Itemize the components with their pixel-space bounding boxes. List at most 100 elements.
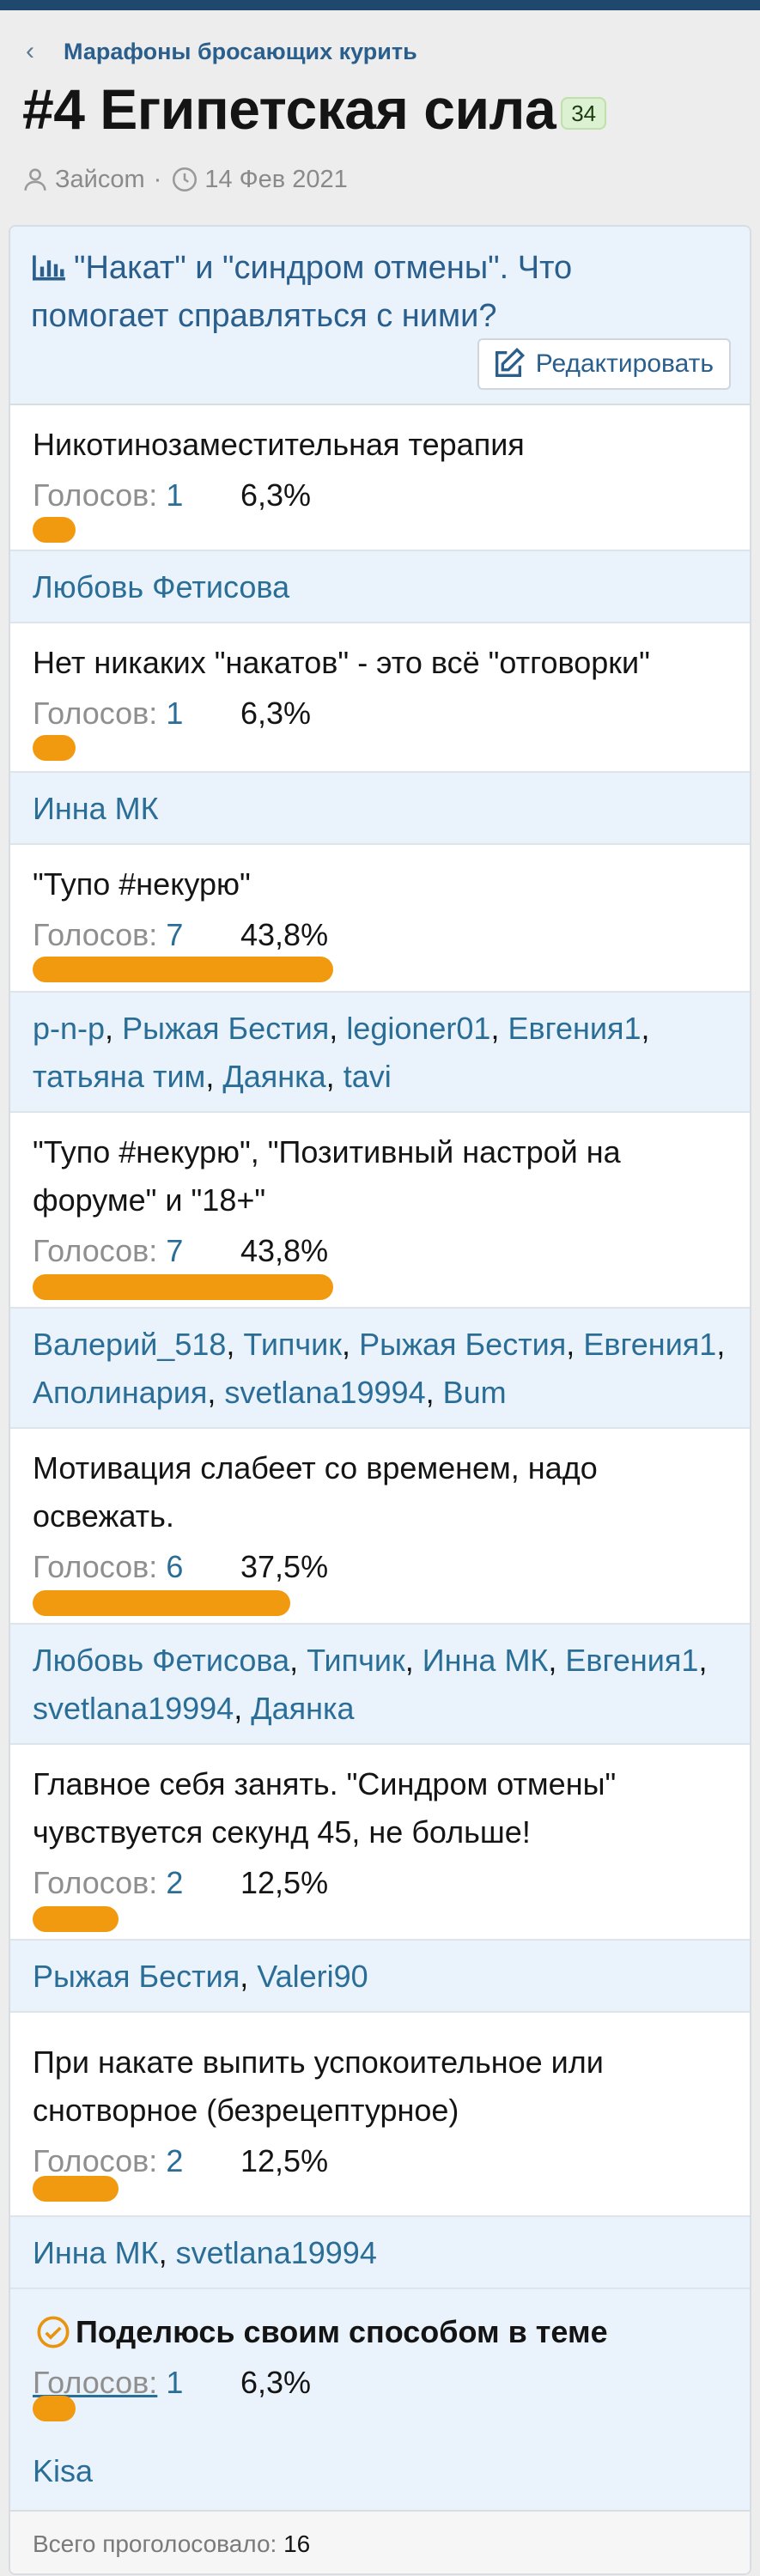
voter-link[interactable]: Bum (443, 1375, 507, 1410)
voters-list[interactable]: Любовь Фетисова (33, 563, 737, 611)
voter-link[interactable]: Kisa (33, 2453, 93, 2488)
option-percent: 43,8% (240, 1233, 329, 1268)
votes-count[interactable]: 6 (166, 1549, 183, 1584)
voter-link[interactable]: p-n-p (33, 1011, 105, 1046)
user-icon (24, 168, 46, 191)
option-text: "Тупо #некурю" (33, 866, 251, 902)
voter-separator: , (234, 1691, 252, 1726)
voter-link[interactable]: Инна МК (423, 1643, 549, 1678)
option-votes[interactable]: Голосов: 7 (33, 917, 183, 953)
voter-link[interactable]: Рыжая Бестия (359, 1327, 566, 1362)
votes-count[interactable]: 2 (166, 2143, 183, 2178)
voter-link[interactable]: svetlana19994 (33, 1691, 234, 1726)
vote-bar (33, 735, 76, 761)
poll-option: Мотивация слабеет со временем, надо осве… (10, 1429, 750, 1585)
option-text: Никотинозаместительная терапия (33, 427, 525, 462)
voter-separator: , (425, 1375, 443, 1410)
edit-poll-label[interactable]: Редактировать (536, 349, 714, 379)
voter-link[interactable]: Даянка (222, 1059, 325, 1094)
option-percent: 12,5% (240, 1865, 329, 1900)
chevron-left-icon[interactable]: ‹ (26, 39, 64, 64)
voter-separator: , (207, 1375, 225, 1410)
vote-bar (33, 1274, 333, 1300)
voters-list[interactable]: Рыжая Бестия, Valeri90 (33, 1953, 737, 2001)
voters-list[interactable]: Любовь Фетисова, Типчик, Инна МК, Евгени… (33, 1637, 737, 1733)
voter-link[interactable]: Инна МК (33, 791, 159, 826)
votes-count[interactable]: 1 (166, 477, 183, 513)
option-votes[interactable]: Голосов: 6 (33, 1549, 183, 1585)
option-percent: 6,3% (240, 477, 312, 513)
votes-count[interactable]: 7 (166, 1233, 183, 1268)
voter-link[interactable]: Valeri90 (257, 1959, 368, 1994)
voters-list[interactable]: Kisa (33, 2447, 737, 2495)
option-votes[interactable]: Голосов: 7 (33, 1233, 183, 1269)
voter-separator: , (716, 1327, 726, 1362)
clock-icon (173, 167, 198, 192)
poll-option-selected: Поделюсь своим способом в теме Голосов: … (10, 2289, 750, 2416)
voter-link[interactable]: svetlana19994 (224, 1375, 425, 1410)
votes-label: Голосов: (33, 1549, 158, 1584)
option-voters: Инна МК (10, 771, 750, 845)
votes-label: Голосов: (33, 2365, 158, 2400)
poll-block: "Накат" и "синдром отмены". Что помогает… (9, 225, 751, 2575)
poll-option: "Тупо #некурю", "Позитивный настрой на ф… (10, 1113, 750, 1269)
voter-link[interactable]: Рыжая Бестия (33, 1959, 240, 1994)
reply-count-badge: 34 (561, 97, 607, 130)
voters-list[interactable]: Инна МК (33, 785, 737, 833)
option-votes[interactable]: Голосов: 1 (33, 696, 183, 732)
voter-link[interactable]: Евгения1 (565, 1643, 698, 1678)
breadcrumb[interactable]: ‹ Марафоны бросающих курить (26, 34, 417, 69)
voter-link[interactable]: Типчик (307, 1643, 405, 1678)
vote-bar (33, 1590, 290, 1616)
option-percent: 6,3% (240, 696, 312, 731)
option-text: Нет никаких "накатов" - это всё "отговор… (33, 645, 650, 680)
option-text: Поделюсь своим способом в теме (76, 2314, 608, 2349)
voter-link[interactable]: svetlana19994 (176, 2235, 377, 2270)
edit-icon (495, 347, 525, 377)
voter-link[interactable]: Типчик (243, 1327, 342, 1362)
voters-list[interactable]: Инна МК, svetlana19994 (33, 2229, 737, 2277)
poll-option: "Тупо #некурю" Голосов: 7 43,8% (10, 845, 750, 952)
poll-header: "Накат" и "синдром отмены". Что помогает… (10, 227, 750, 405)
voter-link[interactable]: tavi (344, 1059, 392, 1094)
votes-label: Голосов: (33, 2143, 158, 2178)
voter-link[interactable]: Евгения1 (583, 1327, 716, 1362)
option-text: Мотивация слабеет со временем, надо осве… (33, 1450, 598, 1534)
poll-option: Никотинозаместительная терапия Голосов: … (10, 405, 750, 513)
voter-separator: , (289, 1643, 307, 1678)
voters-list[interactable]: p-n-p, Рыжая Бестия, legioner01, Евгения… (33, 1005, 737, 1101)
thread-author[interactable]: Зайсom (55, 166, 145, 194)
voter-link[interactable]: Валерий_518 (33, 1327, 226, 1362)
total-label: Всего проголосовало: (33, 2530, 277, 2557)
option-voters: p-n-p, Рыжая Бестия, legioner01, Евгения… (10, 991, 750, 1113)
option-percent: 37,5% (240, 1549, 329, 1584)
option-votes[interactable]: Голосов: 1 (33, 477, 183, 513)
option-voters: Любовь Фетисова (10, 550, 750, 623)
breadcrumb-link[interactable]: Марафоны бросающих курить (64, 39, 417, 65)
option-votes[interactable]: Голосов: 2 (33, 2143, 183, 2179)
voter-link[interactable]: Любовь Фетисова (33, 1643, 289, 1678)
voter-separator: , (698, 1643, 708, 1678)
poll-option: При накате выпить успокоительное или сно… (10, 2013, 750, 2184)
option-voters: Валерий_518, Типчик, Рыжая Бестия, Евген… (10, 1307, 750, 1429)
voter-separator: , (342, 1327, 360, 1362)
option-votes[interactable]: Голосов: 2 (33, 1865, 183, 1901)
voter-link[interactable]: Даянка (251, 1691, 354, 1726)
edit-poll-button[interactable]: Редактировать (477, 338, 731, 390)
votes-count[interactable]: 7 (166, 917, 183, 952)
voter-link[interactable]: Аполинария (33, 1375, 207, 1410)
voter-link[interactable]: Инна МК (33, 2235, 159, 2270)
votes-count[interactable]: 2 (166, 1865, 183, 1900)
votes-count[interactable]: 1 (166, 696, 183, 731)
voter-link[interactable]: Рыжая Бестия (122, 1011, 329, 1046)
voter-separator: , (641, 1011, 650, 1046)
voter-link[interactable]: Евгения1 (508, 1011, 641, 1046)
voter-link[interactable]: legioner01 (346, 1011, 490, 1046)
voter-link[interactable]: Любовь Фетисова (33, 569, 289, 605)
votes-count[interactable]: 1 (166, 2365, 183, 2400)
voter-separator: , (548, 1643, 566, 1678)
voters-list[interactable]: Валерий_518, Типчик, Рыжая Бестия, Евген… (33, 1321, 737, 1417)
total-voters: Всего проголосовало: 16 (33, 2530, 310, 2558)
option-text: При накате выпить успокоительное или сно… (33, 2044, 604, 2128)
voter-link[interactable]: татьяна тим (33, 1059, 205, 1094)
